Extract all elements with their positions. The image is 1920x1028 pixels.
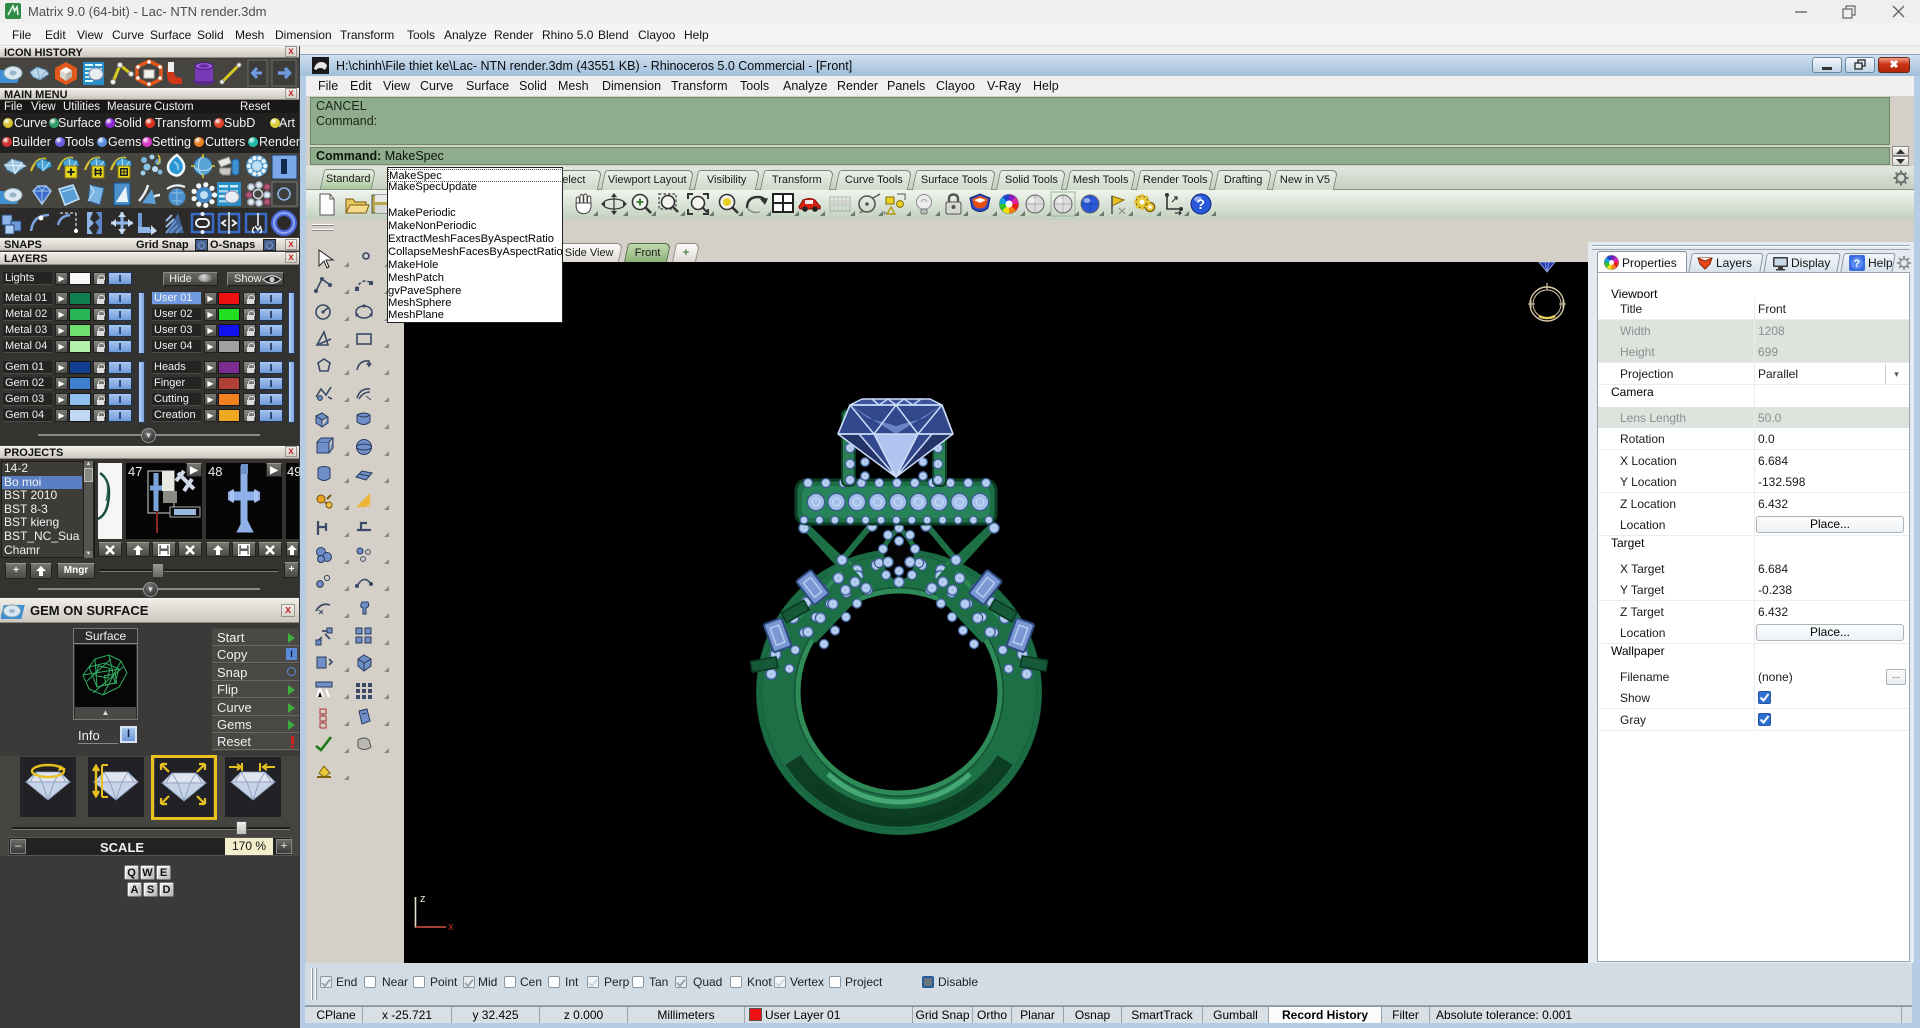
svg-text:?: ? xyxy=(1197,196,1206,212)
svg-text:48: 48 xyxy=(208,464,222,479)
svg-text:47: 47 xyxy=(128,464,142,479)
svg-text:x: x xyxy=(448,921,454,933)
svg-text:z: z xyxy=(420,893,426,905)
svg-text:?: ? xyxy=(1854,258,1861,270)
